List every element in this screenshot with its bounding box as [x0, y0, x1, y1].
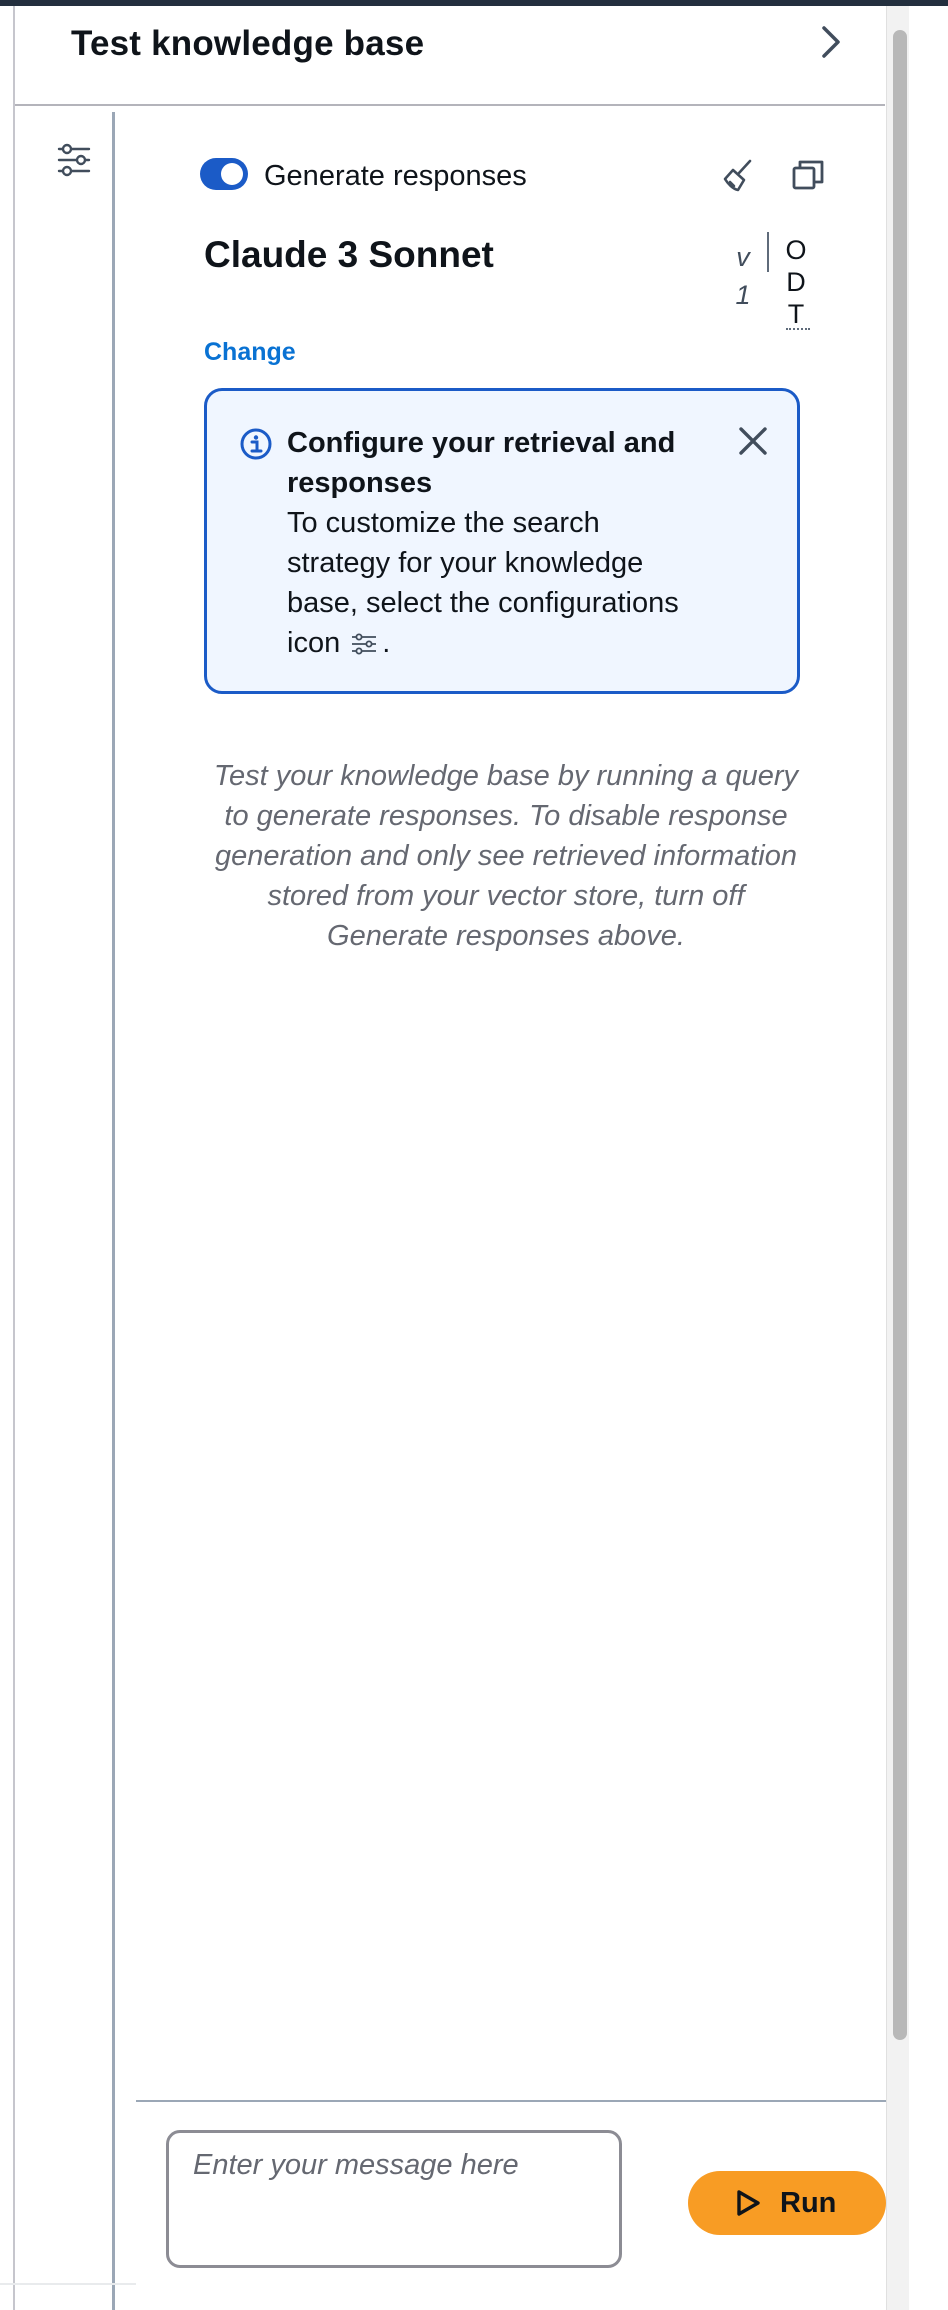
composer-divider	[136, 2100, 886, 2102]
on-demand-char: O	[785, 235, 807, 265]
rail-divider	[112, 112, 115, 2310]
version-number: 1	[735, 280, 751, 310]
alert-body-end: .	[382, 627, 391, 659]
configurations-inline-icon	[352, 633, 377, 655]
message-input[interactable]	[166, 2130, 622, 2268]
empty-state-hint: Test your knowledge base by running a qu…	[213, 760, 799, 952]
version-separator	[767, 232, 769, 272]
scrollbar-thumb[interactable]	[893, 30, 907, 2040]
on-demand-char: T	[787, 299, 805, 329]
info-icon	[240, 428, 272, 460]
toggle-knob	[221, 163, 243, 185]
model-name: Claude 3 Sonnet	[204, 234, 494, 275]
run-button[interactable]: Run	[688, 2171, 886, 2235]
close-icon[interactable]	[735, 423, 771, 459]
alert-body: To customize the search strategy for you…	[287, 503, 707, 663]
version-letter: v	[736, 242, 750, 272]
change-model-link[interactable]: Change	[204, 338, 296, 367]
collapse-chevron-icon[interactable]	[810, 22, 850, 62]
on-demand-char: D	[786, 267, 806, 297]
alert-body-text: To customize the search strategy for you…	[287, 507, 679, 659]
panel-header: Test knowledge base	[15, 6, 885, 106]
bottom-divider	[0, 2283, 136, 2285]
broom-icon[interactable]	[720, 158, 756, 194]
alert-title: Configure your retrieval and responses	[287, 427, 676, 499]
play-icon	[737, 2190, 760, 2216]
model-version: v 1	[726, 238, 760, 314]
configurations-icon[interactable]	[56, 142, 92, 178]
copy-icon[interactable]	[790, 158, 826, 194]
panel-left-edge	[13, 6, 15, 2310]
on-demand-underline	[786, 328, 810, 330]
on-demand-label: O D T	[782, 234, 810, 330]
generate-responses-label: Generate responses	[264, 160, 527, 192]
run-label: Run	[780, 2187, 837, 2219]
info-alert: Configure your retrieval and responses T…	[204, 388, 800, 694]
panel-title: Test knowledge base	[71, 24, 425, 63]
generate-responses-toggle[interactable]	[200, 158, 248, 190]
